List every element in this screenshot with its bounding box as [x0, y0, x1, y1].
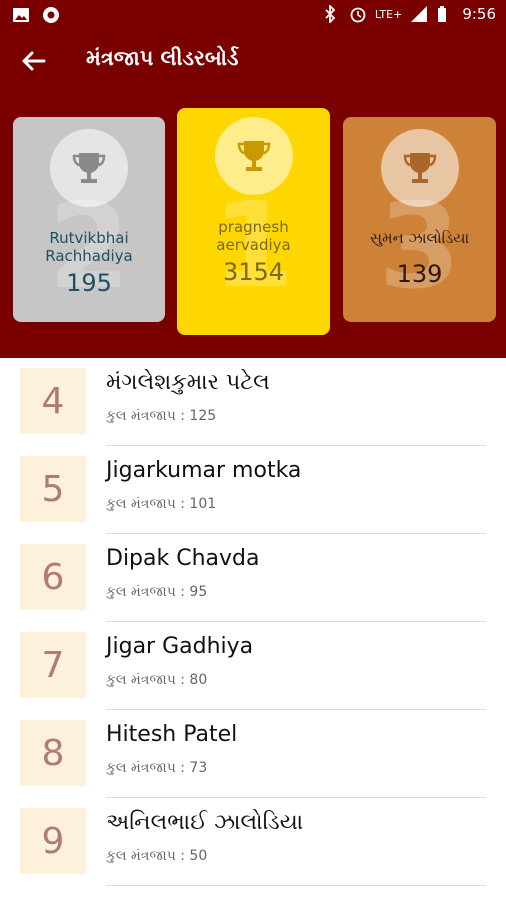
user-name: Hitesh Patel	[106, 722, 238, 747]
user-name: Jigar Gadhiya	[106, 634, 254, 659]
total-mantrajap: કુલ મંત્રજાપ : 80	[106, 672, 208, 688]
rank-badge: 7	[20, 632, 86, 698]
rank-badge: 9	[20, 808, 86, 874]
user-name: Jigarkumar motka	[106, 458, 302, 483]
podium-card-second[interactable]: 2 Rutvikbhai Rachhadiya 195	[13, 117, 165, 322]
list-item[interactable]: 8 Hitesh Patel કુલ મંત્રજાપ : 73	[0, 710, 506, 798]
total-mantrajap: કુલ મંત્રજાપ : 125	[106, 408, 217, 424]
battery-icon	[436, 5, 454, 23]
podium-score: 139	[396, 260, 443, 288]
podium-score: 195	[66, 269, 112, 297]
app-toolbar: મંત્રજાપ લીડરબોર્ડ	[0, 32, 506, 90]
list-item[interactable]: 9 અનિલભાઈ ઝાલોડિયા કુલ મંત્રજાપ : 50	[0, 798, 506, 886]
list-item[interactable]: 4 મંગલેશકુમાર પટેલ કુલ મંત્રજાપ : 125	[0, 358, 506, 446]
rank-badge: 4	[20, 368, 86, 434]
trophy-badge	[380, 129, 459, 207]
podium-score: 3154	[222, 258, 285, 286]
user-name: મંગલેશકુમાર પટેલ	[106, 370, 270, 395]
total-mantrajap: કુલ મંત્રજાપ : 73	[106, 760, 208, 776]
trophy-icon	[72, 153, 106, 183]
page-title: મંત્રજાપ લીડરબોર્ડ	[86, 46, 239, 70]
list-item[interactable]: 5 Jigarkumar motka કુલ મંત્રજાપ : 101	[0, 446, 506, 534]
list-item[interactable]: 7 Jigar Gadhiya કુલ મંત્રજાપ : 80	[0, 622, 506, 710]
signal-icon	[410, 5, 428, 23]
podium-name: pragnesh aervadiya	[216, 218, 291, 254]
list-item[interactable]: 6 Dipak Chavda કુલ મંત્રજાપ : 95	[0, 534, 506, 622]
bluetooth-icon	[323, 3, 341, 25]
trophy-icon	[237, 141, 270, 171]
back-button[interactable]	[18, 46, 48, 76]
status-left	[12, 6, 60, 24]
rank-badge: 8	[20, 720, 86, 786]
image-notification-icon	[12, 6, 30, 24]
total-mantrajap: કુલ મંત્રજાપ : 50	[106, 848, 208, 864]
trophy-badge	[214, 117, 293, 195]
back-arrow-icon	[22, 51, 46, 71]
trophy-icon	[403, 153, 436, 183]
podium-card-third[interactable]: 3 સુમન ઝાલોડિયા 139	[343, 117, 496, 322]
network-label: LTE+	[374, 7, 403, 21]
row-divider	[106, 885, 486, 886]
rank-badge: 5	[20, 456, 86, 522]
podium-header: 2 Rutvikbhai Rachhadiya 195 1 pragnesh a…	[0, 90, 506, 358]
alarm-icon	[349, 5, 367, 23]
user-name: Dipak Chavda	[106, 546, 260, 571]
user-name: અનિલભાઈ ઝાલોડિયા	[106, 810, 304, 835]
rank-badge: 6	[20, 544, 86, 610]
status-time: 9:56	[462, 5, 496, 23]
total-mantrajap: કુલ મંત્રજાપ : 101	[106, 496, 217, 512]
trophy-badge	[50, 129, 128, 207]
total-mantrajap: કુલ મંત્રજાપ : 95	[106, 584, 208, 600]
record-notification-icon	[42, 6, 60, 24]
podium-name: સુમન ઝાલોડિયા	[369, 229, 470, 247]
status-right: LTE+ 9:56	[323, 3, 496, 25]
podium-card-first[interactable]: 1 pragnesh aervadiya 3154	[177, 108, 330, 335]
podium-name: Rutvikbhai Rachhadiya	[45, 229, 133, 265]
status-bar: LTE+ 9:56	[0, 0, 506, 32]
